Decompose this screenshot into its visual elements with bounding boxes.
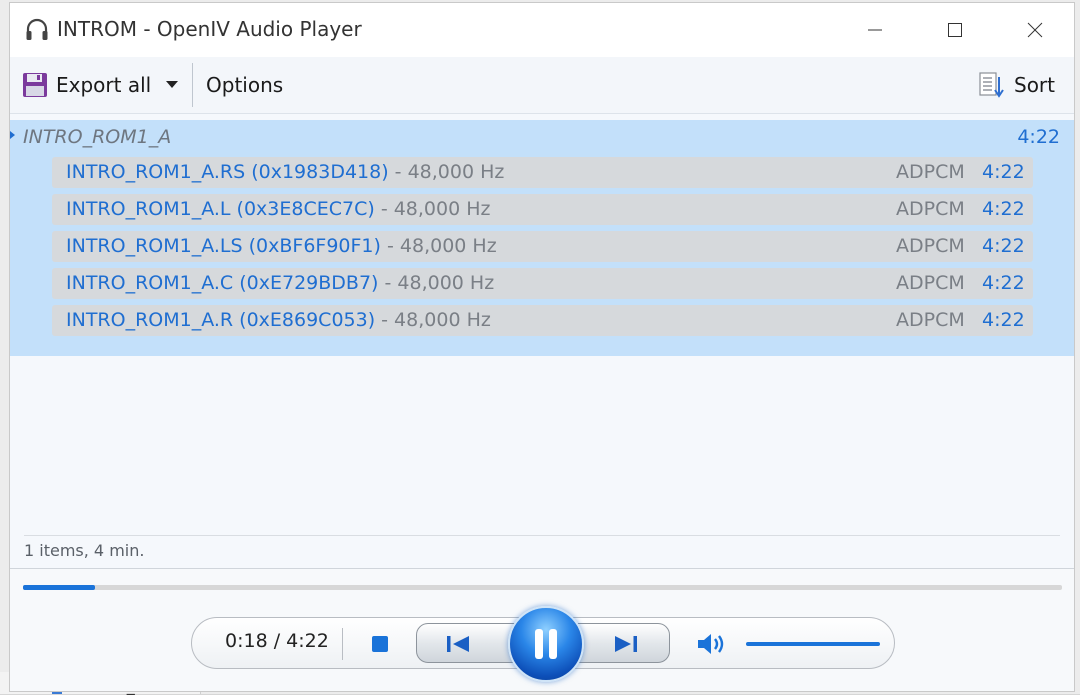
track-name: INTRO_ROM1_A.LS (0xBF6F90F1) - 48,000 Hz: [66, 235, 497, 257]
minimize-button[interactable]: [848, 3, 902, 57]
seek-bar-fill: [23, 585, 95, 590]
expand-arrow-icon[interactable]: [10, 130, 16, 140]
controls-separator: [342, 628, 343, 660]
options-button[interactable]: Options: [206, 57, 283, 113]
title-bar[interactable]: INTROM - OpenIV Audio Player: [10, 3, 1074, 57]
chevron-down-icon[interactable]: [166, 80, 178, 90]
track-group[interactable]: INTRO_ROM1_A 4:22 INTRO_ROM1_A.RS (0x198…: [10, 120, 1074, 356]
headphones-icon: [26, 18, 48, 40]
track-row[interactable]: INTRO_ROM1_A.RS (0x1983D418) - 48,000 Hz…: [52, 157, 1033, 188]
track-row[interactable]: INTRO_ROM1_A.L (0x3E8CEC7C) - 48,000 Hz …: [52, 194, 1033, 225]
track-codec: ADPCM: [896, 309, 965, 331]
sort-label: Sort: [1014, 73, 1055, 97]
minimize-icon: [868, 29, 882, 31]
player-panel: 0:18 / 4:22: [10, 569, 1074, 691]
maximize-icon: [948, 23, 962, 37]
track-name: INTRO_ROM1_A.L (0x3E8CEC7C) - 48,000 Hz: [66, 198, 491, 220]
track-codec: ADPCM: [896, 198, 965, 220]
volume-slider[interactable]: [746, 642, 880, 646]
close-button[interactable]: [1008, 3, 1062, 57]
status-divider: [24, 535, 1060, 536]
export-all-button[interactable]: Export all: [22, 57, 151, 113]
track-duration: 4:22: [982, 309, 1025, 331]
toolbar: Export all Options Sort: [10, 57, 1074, 114]
seek-bar[interactable]: [23, 585, 1062, 590]
track-codec: ADPCM: [896, 161, 965, 183]
sort-button[interactable]: Sort: [978, 57, 1055, 113]
options-label: Options: [206, 73, 284, 97]
stop-icon[interactable]: [372, 636, 388, 652]
status-text: 1 items, 4 min.: [24, 541, 145, 560]
previous-icon[interactable]: [445, 635, 471, 653]
group-name: INTRO_ROM1_A: [23, 126, 172, 148]
track-codec: ADPCM: [896, 235, 965, 257]
track-row[interactable]: INTRO_ROM1_A.R (0xE869C053) - 48,000 Hz …: [52, 305, 1033, 336]
close-icon: [1027, 22, 1043, 38]
sort-icon: [979, 72, 1004, 98]
next-icon[interactable]: [613, 635, 639, 653]
group-duration: 4:22: [1017, 126, 1060, 148]
maximize-button[interactable]: [928, 3, 982, 57]
export-all-label: Export all: [56, 73, 152, 97]
save-disk-icon: [23, 73, 47, 97]
track-duration: 4:22: [982, 198, 1025, 220]
track-codec: ADPCM: [896, 272, 965, 294]
track-name: INTRO_ROM1_A.RS (0x1983D418) - 48,000 Hz: [66, 161, 505, 183]
toolbar-separator: [192, 63, 193, 107]
playback-controls: 0:18 / 4:22: [191, 606, 895, 682]
track-name: INTRO_ROM1_A.R (0xE869C053) - 48,000 Hz: [66, 309, 491, 331]
audio-player-window: INTROM - OpenIV Audio Player Export all …: [9, 2, 1075, 692]
track-name: INTRO_ROM1_A.C (0xE729BDB7) - 48,000 Hz: [66, 272, 495, 294]
track-list: INTRO_ROM1_A 4:22 INTRO_ROM1_A.RS (0x198…: [10, 120, 1074, 534]
track-duration: 4:22: [982, 235, 1025, 257]
track-duration: 4:22: [982, 161, 1025, 183]
track-row[interactable]: INTRO_ROM1_A.LS (0xBF6F90F1) - 48,000 Hz…: [52, 231, 1033, 262]
track-duration: 4:22: [982, 272, 1025, 294]
pause-button[interactable]: [508, 606, 584, 682]
time-display: 0:18 / 4:22: [225, 630, 329, 652]
track-row[interactable]: INTRO_ROM1_A.C (0xE729BDB7) - 48,000 Hz …: [52, 268, 1033, 299]
window-title: INTROM - OpenIV Audio Player: [57, 17, 362, 41]
volume-icon[interactable]: [696, 631, 728, 657]
